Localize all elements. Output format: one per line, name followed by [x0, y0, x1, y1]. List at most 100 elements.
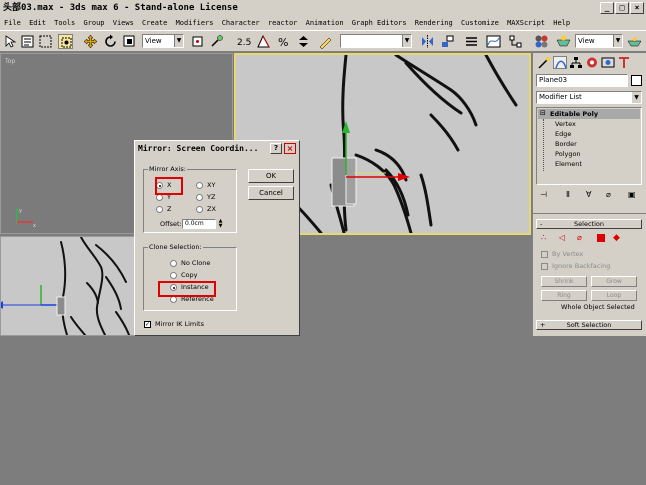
menu-rendering[interactable]: Rendering — [415, 16, 453, 30]
close-window-button[interactable]: × — [630, 2, 644, 14]
border-select-icon[interactable]: ⌀ — [577, 233, 582, 242]
material-editor-icon[interactable] — [534, 34, 549, 49]
axis-xy-radio[interactable] — [196, 182, 203, 189]
collapse-icon: - — [540, 220, 543, 228]
select-and-rotate-icon[interactable] — [103, 34, 118, 49]
ignore-backfacing-checkbox[interactable] — [541, 263, 548, 270]
maximize-button[interactable]: □ — [615, 2, 629, 14]
offset-spinner-icon[interactable]: ▲ ▼ — [217, 219, 224, 229]
menu-customize[interactable]: Customize — [461, 16, 499, 30]
menu-graph-editors[interactable]: Graph Editors — [352, 16, 407, 30]
menu-views[interactable]: Views — [113, 16, 134, 30]
stack-subobject-polygon[interactable]: Polygon — [555, 150, 581, 158]
menu-group[interactable]: Group — [83, 16, 104, 30]
menu-file[interactable]: File — [4, 16, 21, 30]
menu-create[interactable]: Create — [142, 16, 167, 30]
edge-select-icon[interactable]: ◁ — [559, 233, 565, 242]
reference-coordinate-select[interactable]: View ▼ — [142, 34, 184, 48]
mirror-ik-checkbox[interactable]: ✓ — [144, 321, 151, 328]
snap-toggle-icon[interactable]: 2.5 — [236, 34, 251, 49]
percent-snap-icon[interactable]: % — [276, 34, 291, 49]
dialog-close-button[interactable]: × — [284, 143, 296, 154]
stack-subobject-element[interactable]: Element — [555, 160, 582, 168]
select-and-manipulate-icon[interactable] — [210, 34, 225, 49]
no-clone-radio[interactable] — [170, 260, 177, 267]
help-button[interactable]: ? — [270, 143, 282, 154]
axis-z-radio[interactable] — [156, 206, 163, 213]
mirror-icon[interactable] — [420, 34, 435, 49]
loop-button[interactable]: Loop — [591, 290, 637, 301]
angle-snap-icon[interactable] — [256, 34, 271, 49]
configure-sets-icon[interactable]: ▣ — [628, 190, 636, 199]
select-object-icon[interactable] — [3, 34, 18, 49]
soft-selection-rollout-header[interactable]: + Soft Selection — [536, 320, 642, 330]
object-color-swatch[interactable] — [631, 75, 642, 86]
cancel-button[interactable]: Cancel — [248, 186, 294, 200]
viewport-label-top[interactable]: Top — [5, 58, 15, 65]
axis-zx-radio[interactable] — [196, 206, 203, 213]
named-selection-set-select[interactable]: ▼ — [340, 34, 412, 48]
pin-stack-icon[interactable]: ⊣ — [540, 190, 547, 199]
menu-character[interactable]: Character — [222, 16, 260, 30]
menu-animation[interactable]: Animation — [306, 16, 344, 30]
curve-editor-icon[interactable] — [486, 34, 501, 49]
stack-subobject-vertex[interactable]: Vertex — [555, 120, 576, 128]
menu-tools[interactable]: Tools — [54, 16, 75, 30]
object-name-field[interactable]: Plane03 — [536, 74, 628, 87]
stack-item-editable-poly[interactable]: ⊟ Editable Poly — [538, 109, 640, 119]
layer-manager-icon[interactable] — [464, 34, 479, 49]
menu-modifiers[interactable]: Modifiers — [176, 16, 214, 30]
menu-maxscript[interactable]: MAXScript — [507, 16, 545, 30]
polygon-select-icon[interactable] — [597, 234, 605, 242]
show-end-result-icon[interactable]: Ⅱ — [566, 190, 570, 199]
selection-rollout-header[interactable]: - Selection — [536, 219, 642, 229]
axis-xy-label: XY — [207, 181, 216, 189]
menu-bar: File Edit Tools Group Views Create Modif… — [0, 16, 646, 30]
axis-yz-radio[interactable] — [196, 194, 203, 201]
axis-y-radio[interactable] — [156, 194, 163, 201]
axis-z-label: Z — [167, 205, 172, 213]
make-unique-icon[interactable]: ∀ — [586, 190, 591, 199]
vertex-select-icon[interactable]: ∴ — [541, 233, 546, 242]
display-tab-icon[interactable] — [601, 56, 615, 69]
reference-radio[interactable] — [170, 296, 177, 303]
quick-render-icon[interactable] — [627, 34, 642, 49]
remove-modifier-icon[interactable]: ⌀ — [606, 190, 611, 199]
stack-subobject-border[interactable]: Border — [555, 140, 577, 148]
element-select-icon[interactable]: ◆ — [613, 233, 620, 243]
edit-named-selection-icon[interactable] — [318, 34, 333, 50]
pivot-center-icon[interactable] — [190, 34, 205, 49]
menu-reactor[interactable]: reactor — [268, 16, 298, 30]
rectangle-selection-icon[interactable] — [38, 34, 53, 49]
ring-button[interactable]: Ring — [541, 290, 587, 301]
schematic-view-icon[interactable] — [508, 34, 523, 49]
select-and-move-icon[interactable] — [83, 34, 98, 49]
modify-tab-icon[interactable] — [553, 56, 567, 69]
select-by-name-icon[interactable] — [20, 34, 35, 49]
front-viewport[interactable] — [0, 236, 135, 336]
modifier-list-value: Modifier List — [539, 93, 582, 101]
offset-input[interactable]: 0.0cm — [182, 219, 216, 229]
modifier-list-select[interactable]: Modifier List ▼ — [536, 91, 642, 104]
window-crossing-icon[interactable] — [58, 34, 73, 49]
render-scene-icon[interactable] — [556, 34, 571, 49]
select-and-scale-icon[interactable] — [122, 34, 137, 49]
stack-subobject-edge[interactable]: Edge — [555, 130, 571, 138]
svg-text:2.5: 2.5 — [237, 38, 251, 48]
shrink-button[interactable]: Shrink — [541, 276, 587, 287]
motion-tab-icon[interactable] — [585, 56, 599, 69]
align-icon[interactable] — [440, 34, 455, 49]
hierarchy-tab-icon[interactable] — [569, 56, 583, 69]
menu-help[interactable]: Help — [553, 16, 570, 30]
minimize-button[interactable]: _ — [600, 2, 614, 14]
grow-button[interactable]: Grow — [591, 276, 637, 287]
render-type-select[interactable]: View ▼ — [575, 34, 623, 48]
axis-yz-label: YZ — [207, 193, 216, 201]
ok-button[interactable]: OK — [248, 169, 294, 183]
copy-radio[interactable] — [170, 272, 177, 279]
by-vertex-checkbox[interactable] — [541, 251, 548, 258]
menu-edit[interactable]: Edit — [29, 16, 46, 30]
spinner-snap-icon[interactable] — [296, 34, 311, 49]
utilities-tab-icon[interactable] — [617, 56, 631, 69]
create-tab-icon[interactable] — [537, 56, 551, 69]
